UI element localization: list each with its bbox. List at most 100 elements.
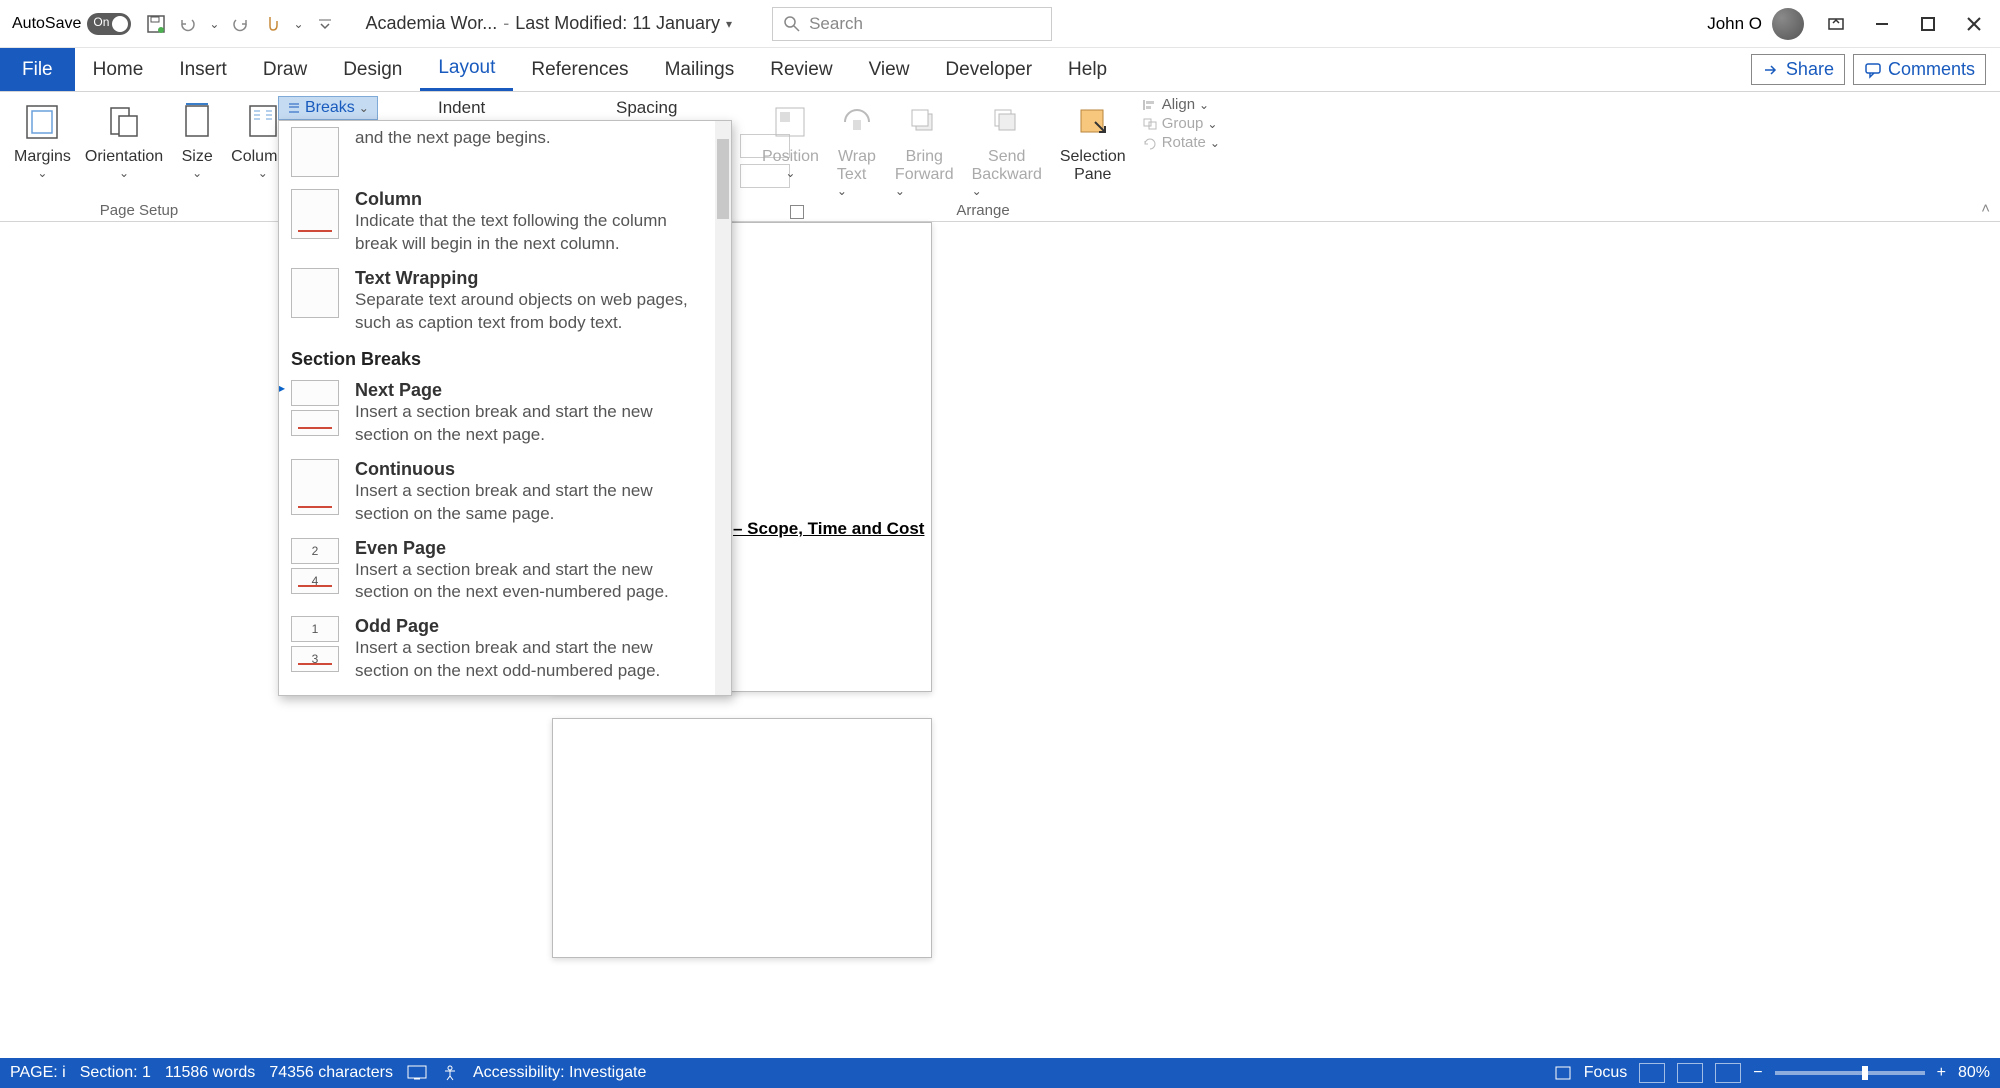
user-account[interactable]: John O [1707,8,1804,40]
wrap-text-button[interactable]: Wrap Text ⌄ [831,96,883,202]
menu-scrollbar[interactable] [715,121,731,695]
chevron-down-icon: ⌄ [119,166,129,180]
tab-references[interactable]: References [513,48,646,91]
tab-review[interactable]: Review [752,48,850,91]
position-button[interactable]: Position⌄ [756,96,825,184]
document-page[interactable] [552,718,932,958]
tab-mailings[interactable]: Mailings [647,48,753,91]
undo-icon[interactable] [177,13,199,35]
save-icon[interactable] [145,13,167,35]
web-layout-icon[interactable] [1715,1063,1741,1083]
maximize-icon[interactable] [1914,10,1942,38]
share-label: Share [1786,59,1834,80]
next-page-icon [291,380,339,406]
ribbon-tabs: File Home Insert Draw Design Layout Refe… [0,48,2000,92]
breaks-item-next-page[interactable]: Next Page Insert a section break and sta… [279,374,731,453]
zoom-slider[interactable] [1775,1071,1925,1075]
breaks-item-column[interactable]: Column Indicate that the text following … [279,183,731,262]
display-settings-icon[interactable] [407,1065,427,1081]
redo-icon[interactable] [229,13,251,35]
close-icon[interactable] [1960,10,1988,38]
chevron-down-icon: ⌄ [192,166,202,180]
wrap-text-icon [837,100,877,144]
touch-mode-icon[interactable] [261,13,283,35]
tab-view[interactable]: View [851,48,928,91]
status-accessibility[interactable]: Accessibility: Investigate [473,1064,646,1082]
comments-button[interactable]: Comments [1853,54,1986,85]
document-title: Academia Wor... - Last Modified: 11 Janu… [366,13,733,34]
tab-developer[interactable]: Developer [927,48,1050,91]
group-icon [1142,117,1158,131]
group-button[interactable]: Group ⌄ [1142,115,1220,132]
print-layout-icon[interactable] [1677,1063,1703,1083]
continuous-icon [291,459,339,515]
title-dropdown-icon[interactable]: ▾ [726,17,732,31]
touch-dropdown-icon[interactable]: ⌄ [293,17,303,31]
autosave-toggle[interactable]: AutoSave On [12,13,131,35]
status-words[interactable]: 11586 words [165,1064,255,1082]
even-page-icon: 4 [291,568,339,594]
column-break-icon [291,189,339,239]
collapse-ribbon-icon[interactable]: ˄ [1981,200,1990,217]
accessibility-icon[interactable] [441,1064,459,1082]
search-icon [783,15,801,33]
tab-draw[interactable]: Draw [245,48,325,91]
read-mode-icon[interactable] [1639,1063,1665,1083]
undo-dropdown-icon[interactable]: ⌄ [209,17,219,31]
orientation-button[interactable]: Orientation⌄ [79,96,169,184]
share-icon [1762,61,1780,79]
comments-icon [1864,61,1882,79]
arrange-group-label: Arrange [748,202,1218,219]
align-icon [1142,98,1158,112]
tab-help[interactable]: Help [1050,48,1125,91]
document-heading-text[interactable]: – Scope, Time and Cost [733,519,924,539]
odd-page-icon: 1 [291,616,339,642]
margins-button[interactable]: Margins⌄ [8,96,77,184]
share-button[interactable]: Share [1751,54,1845,85]
chevron-down-icon: ⌄ [258,166,268,180]
breaks-dropdown-menu: ▸ and the next page begins. Column Indic… [278,120,732,696]
tab-design[interactable]: Design [325,48,420,91]
page-break-icon [291,127,339,177]
breaks-item-continuous[interactable]: Continuous Insert a section break and st… [279,453,731,532]
breaks-item-text-wrapping[interactable]: Text Wrapping Separate text around objec… [279,262,731,341]
even-page-icon: 2 [291,538,339,564]
focus-label[interactable]: Focus [1584,1064,1628,1082]
status-section[interactable]: Section: 1 [80,1064,151,1082]
bring-forward-button[interactable]: Bring Forward ⌄ [889,96,960,202]
send-backward-button[interactable]: Send Backward ⌄ [966,96,1048,202]
size-icon [177,100,217,144]
rotate-button[interactable]: Rotate ⌄ [1142,134,1220,151]
status-page[interactable]: PAGE: i [10,1064,66,1082]
zoom-in-icon[interactable]: + [1937,1064,1946,1082]
section-breaks-header: Section Breaks [279,341,731,374]
status-characters[interactable]: 74356 characters [269,1064,393,1082]
odd-page-icon: 3 [291,646,339,672]
tab-home[interactable]: Home [75,48,162,91]
breaks-item-even-page[interactable]: 2 4 Even Page Insert a section break and… [279,532,731,611]
selection-pane-button[interactable]: Selection Pane [1054,96,1132,188]
current-item-indicator-icon: ▸ [279,381,285,395]
breaks-button[interactable]: Breaks ⌄ [278,96,378,120]
align-button[interactable]: Align ⌄ [1142,96,1220,113]
zoom-level[interactable]: 80% [1958,1064,1990,1082]
focus-mode-icon[interactable] [1554,1065,1572,1081]
toggle-switch[interactable]: On [87,13,131,35]
breaks-label: Breaks [305,99,355,117]
search-input[interactable]: Search [772,7,1052,41]
selection-pane-icon [1073,100,1113,144]
breaks-item-odd-page[interactable]: 1 3 Odd Page Insert a section break and … [279,610,731,689]
tab-file[interactable]: File [0,48,75,91]
quick-access-toolbar: ⌄ ⌄ [145,13,335,35]
breaks-icon [287,101,301,115]
qat-customize-icon[interactable] [314,13,336,35]
size-button[interactable]: Size⌄ [171,96,223,184]
last-modified[interactable]: Last Modified: 11 January [515,13,720,34]
tab-layout[interactable]: Layout [420,48,513,91]
breaks-item-page-partial[interactable]: and the next page begins. [279,121,731,183]
text-wrapping-icon [291,268,339,318]
zoom-out-icon[interactable]: − [1753,1064,1762,1082]
tab-insert[interactable]: Insert [161,48,245,91]
ribbon-display-icon[interactable] [1822,10,1850,38]
minimize-icon[interactable] [1868,10,1896,38]
